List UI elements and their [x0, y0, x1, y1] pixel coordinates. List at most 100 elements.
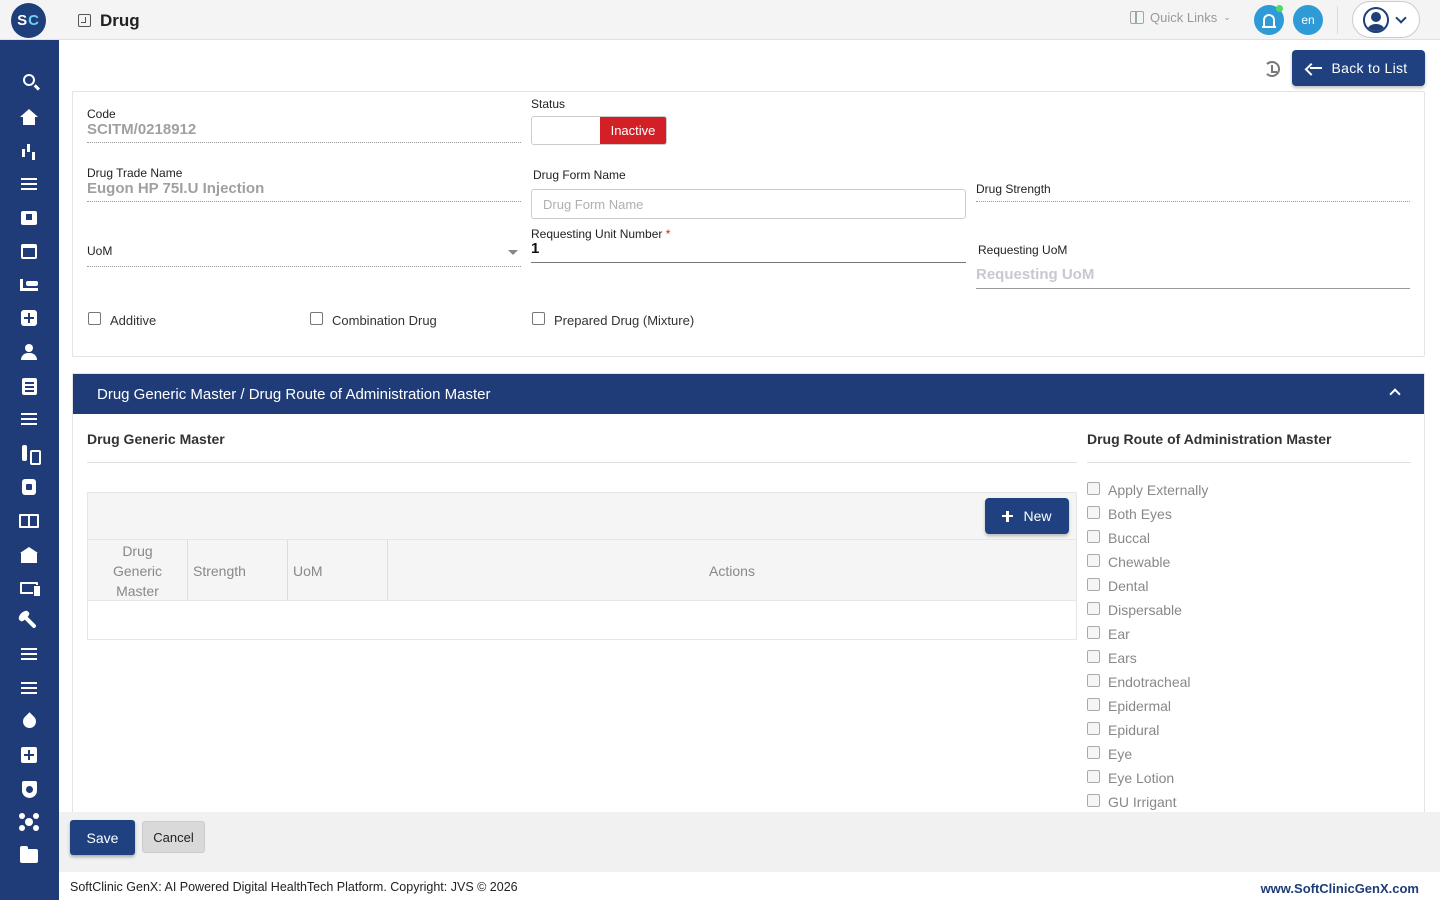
website-link[interactable]: www.SoftClinicGenX.com	[1261, 881, 1419, 896]
route-item[interactable]: Ears	[1087, 646, 1417, 670]
route-item[interactable]: Epidermal	[1087, 694, 1417, 718]
route-item[interactable]: GU Irrigant	[1087, 790, 1417, 814]
route-item[interactable]: Epidural	[1087, 718, 1417, 742]
history-icon[interactable]	[1264, 61, 1280, 77]
route-label: Buccal	[1108, 530, 1151, 546]
sidebar-menu-3[interactable]	[19, 644, 39, 664]
strength-field[interactable]	[976, 201, 1410, 202]
route-label: Eye	[1108, 746, 1133, 762]
lab-icon	[21, 445, 41, 465]
uom-dropdown-icon[interactable]	[508, 250, 518, 255]
page-title: Drug	[100, 11, 140, 30]
calendar-icon	[21, 243, 37, 259]
app-logo[interactable]: SC	[11, 3, 46, 38]
sidebar-menu-2[interactable]	[19, 409, 39, 429]
sidebar-lab[interactable]	[19, 443, 41, 465]
route-item[interactable]: Eye Lotion	[1087, 766, 1417, 790]
route-label: GU Irrigant	[1108, 794, 1177, 810]
user-menu-button[interactable]	[1352, 1, 1420, 38]
status-toggle[interactable]: Inactive	[531, 116, 667, 145]
add-box-icon	[21, 747, 37, 763]
caret-down-icon: ⌄	[1223, 12, 1231, 22]
uom-label: UoM	[87, 244, 113, 258]
route-checkbox[interactable]	[1087, 625, 1100, 639]
save-button[interactable]: Save	[70, 820, 135, 855]
route-item[interactable]: Dental	[1087, 574, 1417, 598]
sidebar-reports[interactable]	[19, 140, 39, 160]
section-header[interactable]: Drug Generic Master / Drug Route of Admi…	[73, 374, 1424, 414]
sidebar-home[interactable]	[19, 107, 39, 127]
sidebar-folder[interactable]	[19, 846, 39, 866]
sidebar-tools[interactable]	[19, 611, 39, 631]
sidebar-book[interactable]	[19, 511, 39, 531]
generic-route-section: Drug Generic Master / Drug Route of Admi…	[72, 373, 1425, 813]
sidebar-devices[interactable]	[19, 578, 41, 598]
route-item[interactable]: Dispersable	[1087, 598, 1417, 622]
sidebar-hub[interactable]	[19, 812, 39, 832]
route-item[interactable]: Chewable	[1087, 550, 1417, 574]
route-checkbox[interactable]	[1087, 745, 1100, 759]
route-checkbox[interactable]	[1087, 649, 1100, 663]
route-checkbox[interactable]	[1087, 721, 1100, 735]
uom-select[interactable]	[87, 266, 521, 267]
new-generic-button[interactable]: New	[985, 498, 1069, 534]
route-item[interactable]: Ear	[1087, 622, 1417, 646]
combination-drug-checkbox[interactable]	[310, 312, 323, 325]
route-checkbox[interactable]	[1087, 577, 1100, 591]
drug-form: Code SCITM/0218912 Status Inactive Drug …	[72, 91, 1425, 357]
quick-links-menu[interactable]: Quick Links ⌄	[1130, 10, 1231, 25]
sidebar-calendar[interactable]	[19, 241, 39, 261]
prepared-drug-checkbox[interactable]	[532, 312, 545, 325]
route-checkbox[interactable]	[1087, 601, 1100, 615]
sidebar-person[interactable]	[19, 342, 39, 362]
sidebar-menu-1[interactable]	[19, 174, 39, 194]
form-name-input[interactable]: Drug Form Name	[531, 189, 966, 219]
cancel-button[interactable]: Cancel	[142, 821, 205, 853]
sidebar-hospital[interactable]	[19, 308, 39, 328]
route-item[interactable]: Buccal	[1087, 526, 1417, 550]
route-checkbox[interactable]	[1087, 793, 1100, 807]
status-label: Status	[531, 97, 566, 111]
generic-divider	[87, 462, 1077, 463]
route-label: Ear	[1108, 626, 1130, 642]
route-checkbox[interactable]	[1087, 553, 1100, 567]
sidebar-pharmacy[interactable]	[19, 477, 39, 497]
chevron-up-icon[interactable]	[1389, 388, 1401, 400]
req-unit-value[interactable]: 1	[531, 240, 539, 257]
route-item[interactable]: Apply Externally	[1087, 478, 1417, 502]
column-actions: Actions	[709, 562, 755, 579]
language-button[interactable]: en	[1293, 5, 1323, 35]
column-uom[interactable]: UoM	[288, 540, 388, 601]
sidebar-security[interactable]	[19, 779, 39, 799]
route-item[interactable]: Eye	[1087, 742, 1417, 766]
route-item[interactable]: Endotracheal	[1087, 670, 1417, 694]
sidebar-bank[interactable]	[19, 545, 39, 565]
bank-icon	[20, 547, 38, 563]
route-item[interactable]: Both Eyes	[1087, 502, 1417, 526]
document-icon	[21, 377, 37, 395]
route-label: Eye Lotion	[1108, 770, 1175, 786]
route-checkbox[interactable]	[1087, 481, 1100, 495]
sidebar-blood[interactable]	[19, 711, 39, 731]
route-checkbox[interactable]	[1087, 529, 1100, 543]
route-checkbox[interactable]	[1087, 769, 1100, 783]
route-checkbox[interactable]	[1087, 697, 1100, 711]
sidebar-add[interactable]	[19, 745, 39, 765]
strength-label: Drug Strength	[976, 182, 1051, 196]
column-strength[interactable]: Strength	[188, 540, 288, 601]
home-icon	[20, 109, 38, 125]
status-inactive-badge[interactable]: Inactive	[600, 117, 666, 144]
route-checkbox[interactable]	[1087, 505, 1100, 519]
generic-grid: New Drug Generic Master Strength UoM Act…	[87, 492, 1077, 640]
back-to-list-button[interactable]: Back to List	[1292, 50, 1425, 86]
sidebar-medical[interactable]	[19, 208, 39, 228]
sidebar-bed[interactable]	[19, 275, 39, 295]
req-uom-input[interactable]: Requesting UoM	[976, 266, 1094, 283]
sidebar-search[interactable]	[19, 70, 39, 90]
back-to-list-label: Back to List	[1331, 60, 1408, 76]
route-checkbox[interactable]	[1087, 673, 1100, 687]
additive-checkbox[interactable]	[88, 312, 101, 325]
sidebar-menu-4[interactable]	[19, 678, 39, 698]
sidebar-document[interactable]	[19, 376, 39, 396]
column-generic[interactable]: Drug Generic Master	[88, 540, 188, 601]
